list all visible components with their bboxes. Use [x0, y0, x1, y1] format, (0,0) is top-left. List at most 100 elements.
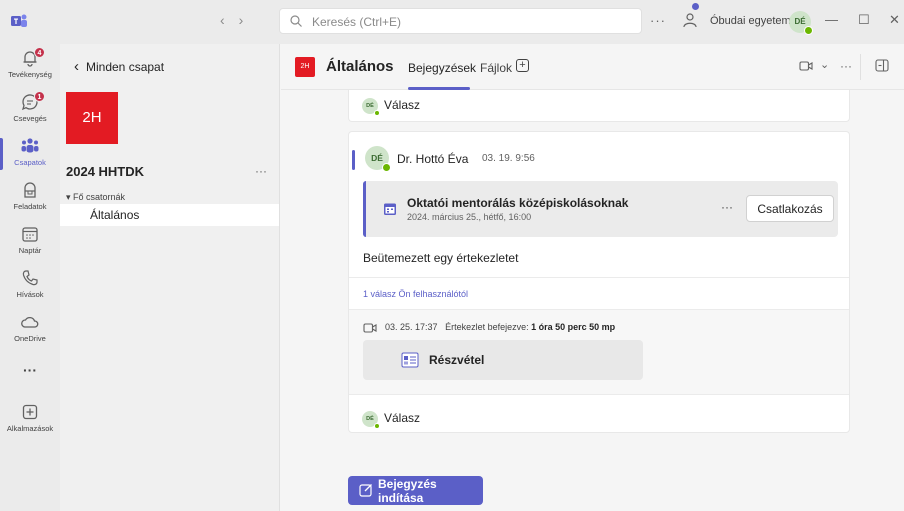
- team-sidebar: ‹ Minden csapat 2H 2024 HHTDK ··· ▾ Fő cs…: [60, 44, 280, 511]
- meeting-more-button[interactable]: ···: [721, 200, 733, 214]
- presence-available-icon: [374, 110, 380, 116]
- rail-label: Naptár: [18, 246, 42, 255]
- channel-item-general[interactable]: Általános: [60, 204, 279, 226]
- channel-group-header[interactable]: ▾ Fő csatornák: [66, 192, 125, 203]
- post-author[interactable]: Dr. Hottó Éva: [397, 152, 468, 166]
- active-indicator: [0, 138, 3, 170]
- back-to-all-teams-link[interactable]: ‹ Minden csapat: [74, 58, 164, 75]
- rail-item-assignments[interactable]: Feladatok: [0, 180, 60, 224]
- video-camera-icon: [363, 323, 377, 333]
- header-more-button[interactable]: ···: [840, 59, 852, 73]
- channel-title: Általános: [326, 58, 394, 75]
- reply-avatar: DÉ: [362, 98, 380, 116]
- meeting-duration: 1 óra 50 perc 50 mp: [531, 322, 616, 332]
- phone-icon: [22, 270, 38, 286]
- teams-logo-icon: [11, 14, 27, 27]
- meeting-card[interactable]: Oktatói mentorálás középiskolásoknak 202…: [363, 181, 838, 237]
- rail-item-apps[interactable]: Alkalmazások: [0, 402, 60, 446]
- rail-item-chat[interactable]: 1 Csevegés: [0, 91, 60, 136]
- chat-badge: 1: [34, 91, 45, 102]
- new-post-button[interactable]: Bejegyzés indítása: [348, 476, 483, 505]
- rail-item-calendar[interactable]: Naptár: [0, 224, 60, 268]
- avatar-initials: DÉ: [794, 17, 806, 26]
- avatar-initials: DÉ: [366, 103, 374, 109]
- rail-label: Feladatok: [13, 202, 47, 211]
- chevron-left-icon: ‹: [74, 58, 79, 75]
- presence-available-icon: [804, 26, 813, 35]
- reply-button[interactable]: DÉ Válasz: [362, 98, 421, 116]
- chevron-down-icon[interactable]: ⌄: [820, 58, 829, 71]
- search-input[interactable]: [312, 13, 612, 31]
- meeting-accent-bar: [363, 181, 366, 237]
- channel-info-panel-icon[interactable]: [875, 59, 889, 72]
- reply-count-link[interactable]: 1 válasz Ön felhasználótól: [363, 289, 468, 299]
- calendar-icon: [22, 227, 38, 242]
- team-more-options-button[interactable]: ···: [255, 164, 267, 178]
- more-apps-icon: ···: [23, 362, 37, 378]
- team-avatar-tile: 2H: [66, 92, 118, 144]
- org-switch-icon[interactable]: [681, 11, 699, 29]
- post-timestamp: 03. 19. 9:56: [482, 153, 535, 164]
- close-button[interactable]: ✕: [889, 12, 900, 28]
- rail-label: Tevékenység: [8, 70, 52, 79]
- presence-available-icon: [382, 163, 391, 172]
- avatar-initials: DÉ: [371, 153, 383, 163]
- attendance-report-card[interactable]: Részvétel: [363, 340, 643, 380]
- teams-icon: [21, 138, 39, 153]
- recap-ended-label: Értekezlet befejezve:: [445, 322, 529, 332]
- meeting-datetime: 2024. március 25., hétfő, 16:00: [407, 212, 532, 222]
- search-box[interactable]: [279, 8, 642, 34]
- post-card: DÉ Dr. Hottó Éva 03. 19. 9:56 Oktatói me…: [348, 131, 850, 433]
- divider: [349, 394, 849, 395]
- recap-time: 03. 25. 17:37: [385, 322, 438, 332]
- app-rail: 4 Tevékenység 1 Csevegés Csapatok Felada…: [0, 44, 60, 511]
- rail-item-teams[interactable]: Csapatok: [0, 136, 60, 180]
- org-name[interactable]: Óbudai egyetem: [710, 15, 791, 27]
- rail-item-activity[interactable]: 4 Tevékenység: [0, 47, 60, 92]
- reply-avatar: DÉ: [362, 411, 380, 429]
- reply-label: Válasz: [384, 411, 421, 426]
- titlebar-more-button[interactable]: ···: [650, 13, 666, 28]
- post-accent-bar: [352, 150, 355, 170]
- backpack-icon: [24, 182, 36, 198]
- compose-icon: [359, 484, 372, 497]
- rail-label: Csevegés: [13, 114, 47, 123]
- channel-header: 2H Általános Bejegyzések Fájlok + ⌄ ···: [281, 44, 904, 90]
- previous-post-footer: DÉ Válasz: [348, 90, 850, 122]
- team-name[interactable]: 2024 HHTDK: [66, 164, 144, 179]
- avatar-initials: DÉ: [366, 416, 374, 422]
- author-avatar[interactable]: DÉ: [365, 146, 391, 172]
- header-divider: [860, 54, 861, 80]
- join-meeting-button[interactable]: Csatlakozás: [746, 195, 834, 222]
- tab-files[interactable]: Fájlok: [480, 61, 512, 75]
- minimize-button[interactable]: —: [825, 12, 838, 27]
- back-arrow-icon[interactable]: ‹: [220, 12, 239, 28]
- tab-posts[interactable]: Bejegyzések: [408, 61, 476, 75]
- meeting-recap-reply: 03. 25. 17:37 Értekezlet befejezve: 1 ór…: [349, 310, 849, 394]
- channel-team-tile: 2H: [295, 57, 315, 77]
- reply-button[interactable]: DÉ Válasz: [362, 411, 421, 429]
- new-post-label: Bejegyzés indítása: [378, 476, 437, 505]
- rail-item-calls[interactable]: Hívások: [0, 268, 60, 312]
- rail-item-onedrive[interactable]: OneDrive: [0, 312, 60, 356]
- meeting-title: Oktatói mentorálás középiskolásoknak: [407, 196, 629, 210]
- post-body-text: Beütemezett egy értekezletet: [363, 251, 519, 265]
- search-icon: [290, 15, 302, 27]
- rail-label: OneDrive: [14, 334, 46, 343]
- add-apps-icon: [22, 404, 38, 420]
- rail-label: Hívások: [16, 290, 44, 299]
- forward-arrow-icon[interactable]: ›: [239, 12, 258, 28]
- activity-badge: 4: [34, 47, 45, 58]
- maximize-button[interactable]: ☐: [858, 12, 870, 28]
- video-camera-icon[interactable]: [799, 60, 813, 72]
- rail-item-more[interactable]: ···: [0, 362, 60, 406]
- meeting-ended-text: 03. 25. 17:37 Értekezlet befejezve: 1 ór…: [385, 322, 615, 332]
- reply-label: Válasz: [384, 98, 421, 113]
- add-tab-button[interactable]: +: [516, 59, 529, 72]
- profile-avatar[interactable]: DÉ: [789, 11, 813, 35]
- notification-dot: [692, 3, 699, 10]
- title-bar: ‹› ··· Óbudai egyetem DÉ — ☐ ✕: [0, 0, 904, 44]
- presence-available-icon: [374, 423, 380, 429]
- back-label: Minden csapat: [86, 60, 165, 74]
- rail-label: Csapatok: [14, 158, 46, 167]
